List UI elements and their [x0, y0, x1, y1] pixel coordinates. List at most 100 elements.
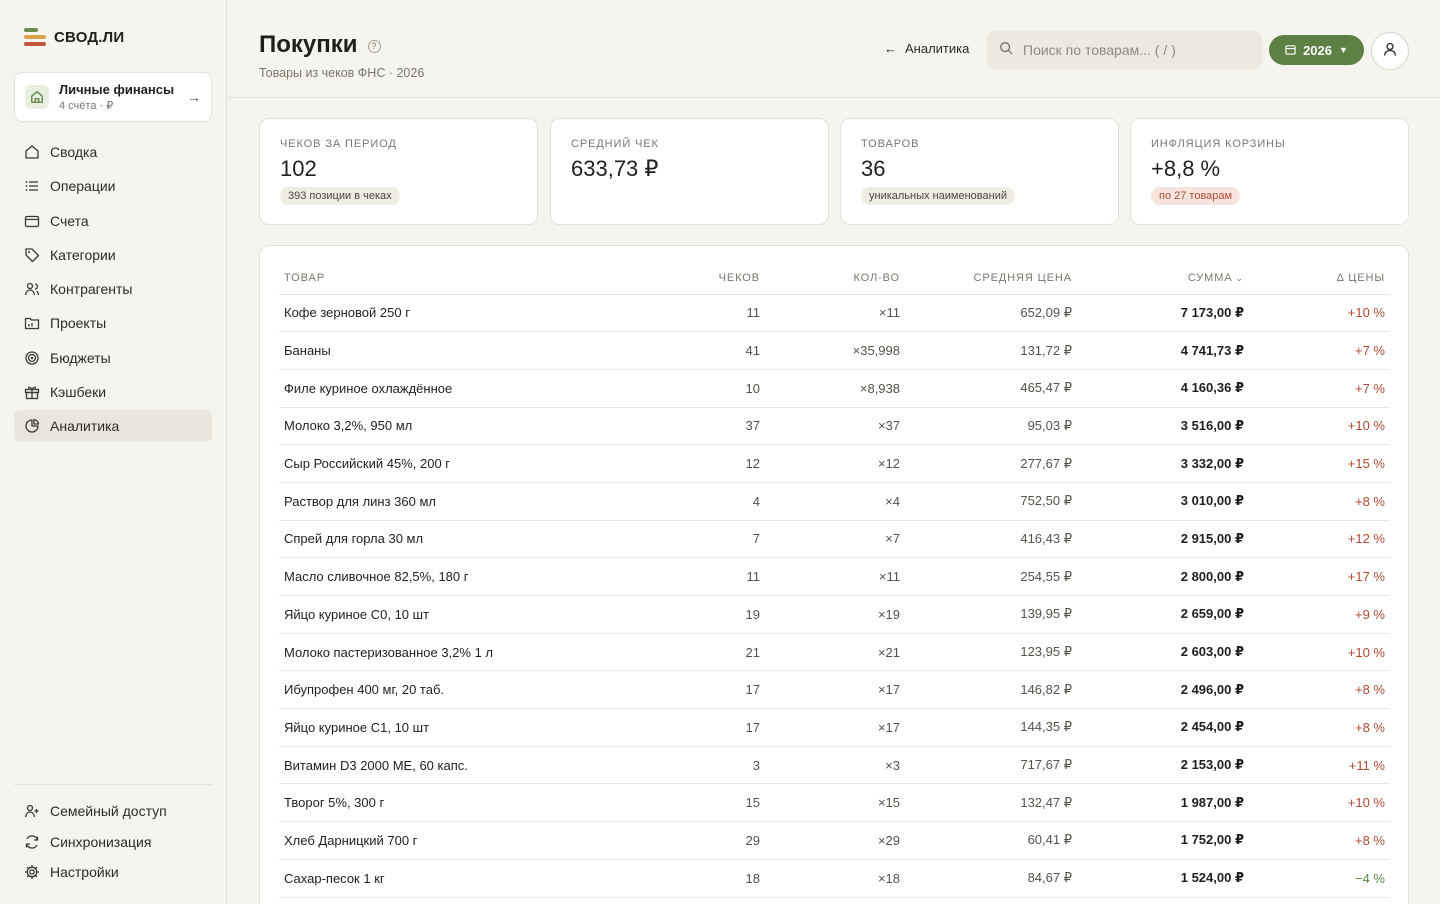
- sidebar-item-6[interactable]: Бюджеты: [14, 342, 212, 374]
- users-icon: [24, 281, 40, 297]
- cell-product-name: Яйцо куриное С1, 10 шт: [279, 708, 659, 747]
- sidebar-item-7[interactable]: Кэшбеки: [14, 376, 212, 408]
- cell-price-delta: −4 %: [1249, 859, 1390, 898]
- cell-checks: 17: [659, 708, 765, 747]
- cell-sum: 2 496,00 ₽: [1077, 670, 1249, 710]
- column-header-avg-price[interactable]: Средняя цена: [905, 262, 1077, 295]
- table-row[interactable]: Ибупрофен 400 мг, 20 таб. 17 ×17 146,82 ₽2 …: [279, 670, 1390, 710]
- calendar-icon: [1285, 43, 1296, 58]
- search-box[interactable]: [987, 31, 1262, 69]
- sidebar-bottom-item-2[interactable]: Настройки: [14, 857, 212, 887]
- column-header-sum[interactable]: Сумма ⌄: [1077, 262, 1249, 295]
- cell-avg-price: 60,41 ₽: [905, 821, 1077, 860]
- sidebar-item-0[interactable]: Сводка: [14, 136, 212, 168]
- cell-checks: 18: [659, 859, 765, 898]
- help-icon[interactable]: ?: [367, 39, 381, 53]
- cell-product-name: Бананы: [279, 331, 659, 370]
- page-header: Покупки ? Товары из чеков ФНС · 2026 ← А…: [228, 0, 1440, 98]
- stat-badge: по 27 товарам: [1151, 187, 1241, 205]
- cell-sum: 3 516,00 ₽: [1077, 407, 1249, 446]
- user-avatar-button[interactable]: [1371, 32, 1409, 70]
- app-logo[interactable]: СВОД.ЛИ: [24, 28, 124, 46]
- cell-product-name: Сахар-песок 1 кг: [279, 859, 659, 898]
- cell-checks: 10: [659, 369, 765, 408]
- sidebar-item-3[interactable]: Категории: [14, 239, 212, 271]
- cell-price-delta: +8 %: [1249, 482, 1390, 521]
- table-row[interactable]: Молоко пастеризованное 3,2% 1 л 21 ×21 123,…: [279, 633, 1390, 672]
- cell-checks: 4: [659, 482, 765, 521]
- cell-qty: ×29: [765, 821, 905, 860]
- page-subtitle: Товары из чеков ФНС · 2026: [259, 66, 425, 80]
- cell-sum: 2 800,00 ₽: [1077, 557, 1249, 596]
- cell-price-delta: +7 %: [1249, 369, 1390, 408]
- year-label: 2026: [1303, 42, 1332, 58]
- cell-avg-price: 752,50 ₽: [905, 482, 1077, 521]
- table-row[interactable]: Сахар-песок 1 кг 18 ×18 84,67 ₽1 524,00 ₽ −4…: [279, 859, 1390, 898]
- sidebar-item-5[interactable]: Проекты: [14, 307, 212, 339]
- sidebar-item-8[interactable]: Аналитика: [14, 410, 212, 443]
- column-header-sum-label: Сумма: [1187, 271, 1233, 284]
- table-row[interactable]: Филе куриное охлаждённое 10 ×8,938 465,47 ₽…: [279, 369, 1390, 408]
- sidebar-bottom-item-1[interactable]: Синхронизация: [14, 827, 212, 857]
- sidebar-item-2[interactable]: Счета: [14, 205, 212, 237]
- cell-product-name: Спрей для горла 30 мл: [279, 520, 659, 559]
- column-header-delta[interactable]: Δ цены: [1249, 262, 1390, 295]
- cell-sum: 2 603,00 ₽: [1077, 633, 1249, 672]
- gift-icon: [24, 384, 40, 400]
- table-row[interactable]: Бананы 41 ×35,998 131,72 ₽4 741,73 ₽ +7 %: [279, 331, 1390, 370]
- sidebar-item-4[interactable]: Контрагенты: [14, 273, 212, 305]
- table-row[interactable]: Молоко 3,2%, 950 мл 37 ×37 95,03 ₽3 516,00 …: [279, 407, 1390, 446]
- table-row[interactable]: Творог 5%, 300 г 15 ×15 132,47 ₽1 987,00 ₽ +…: [279, 783, 1390, 823]
- cell-sum: 2 454,00 ₽: [1077, 708, 1249, 747]
- stat-label: Чеков за период: [280, 138, 397, 150]
- cell-qty: ×3: [765, 746, 905, 785]
- table-row[interactable]: Спрей для горла 30 мл 7 ×7 416,43 ₽2 915,00…: [279, 520, 1390, 559]
- table-row[interactable]: Кофе зерновой 250 г 11 ×11 652,09 ₽7 173,00…: [279, 294, 1390, 333]
- table-row[interactable]: Масло сливочное 82,5%, 180 г 11 ×11 254,55 …: [279, 557, 1390, 596]
- sidebar-item-1[interactable]: Операции: [14, 170, 212, 202]
- cell-sum: 3 332,00 ₽: [1077, 444, 1249, 483]
- cell-qty: ×15: [765, 783, 905, 823]
- table-row[interactable]: Витамин D3 2000 МЕ, 60 капс. 3 ×3 717,67 ₽2…: [279, 746, 1390, 785]
- sidebar-bottom-item-label: Синхронизация: [50, 833, 152, 850]
- cell-qty: ×17: [765, 670, 905, 710]
- column-header-qty[interactable]: Кол-во: [765, 262, 905, 295]
- cell-product-name: Раствор для линз 360 мл: [279, 482, 659, 521]
- cell-price-delta: +10 %: [1249, 783, 1390, 823]
- search-input[interactable]: [1023, 42, 1243, 58]
- column-header-name[interactable]: Товар: [279, 262, 659, 295]
- table-row[interactable]: Яйцо куриное С0, 10 шт 19 ×19 139,95 ₽2 659…: [279, 595, 1390, 634]
- cell-sum: 2 659,00 ₽: [1077, 595, 1249, 634]
- stat-value: +8,8 %: [1151, 156, 1221, 181]
- cell-avg-price: 95,03 ₽: [905, 407, 1077, 446]
- stat-card: Товаров 36 уникальных наименований: [840, 118, 1119, 225]
- year-select-button[interactable]: 2026 ▼: [1269, 35, 1364, 65]
- account-switcher[interactable]: Личные финансы 4 счёта · ₽ →: [14, 72, 212, 122]
- table-row[interactable]: Яйцо куриное С1, 10 шт 17 ×17 144,35 ₽2 454…: [279, 708, 1390, 747]
- stat-label: Инфляция корзины: [1151, 138, 1286, 150]
- cell-sum: 2 153,00 ₽: [1077, 746, 1249, 785]
- table-row[interactable]: Раствор для линз 360 мл 4 ×4 752,50 ₽3 010,…: [279, 482, 1390, 521]
- back-to-analytics-link[interactable]: ← Аналитика: [884, 41, 969, 56]
- pie-chart-icon: [24, 418, 40, 434]
- table-row[interactable]: Сыр Российский 45%, 200 г 12 ×12 277,67 ₽3 …: [279, 444, 1390, 483]
- cell-sum: 1 752,00 ₽: [1077, 821, 1249, 860]
- sidebar-item-label: Бюджеты: [50, 349, 111, 366]
- sidebar-item-label: Проекты: [50, 315, 107, 332]
- cell-product-name: Яйцо куриное С0, 10 шт: [279, 595, 659, 634]
- table-row[interactable]: Хлеб Дарницкий 700 г 29 ×29 60,41 ₽1 752,00…: [279, 821, 1390, 860]
- cell-sum: 1 987,00 ₽: [1077, 783, 1249, 823]
- cell-checks: 15: [659, 783, 765, 823]
- cell-price-delta: +8 %: [1249, 821, 1390, 860]
- home-icon: [25, 85, 49, 109]
- cell-qty: ×11: [765, 294, 905, 333]
- cell-sum: 7 173,00 ₽: [1077, 294, 1249, 333]
- arrow-right-icon: →: [187, 89, 201, 105]
- cell-qty: ×21: [765, 633, 905, 672]
- cell-checks: 7: [659, 520, 765, 559]
- sidebar-bottom-item-label: Настройки: [50, 864, 119, 880]
- sidebar-bottom-item-0[interactable]: Семейный доступ: [14, 796, 212, 826]
- cell-avg-price: 132,47 ₽: [905, 783, 1077, 823]
- column-header-checks[interactable]: Чеков: [659, 262, 765, 295]
- stat-card: Средний чек 633,73 ₽: [550, 118, 829, 225]
